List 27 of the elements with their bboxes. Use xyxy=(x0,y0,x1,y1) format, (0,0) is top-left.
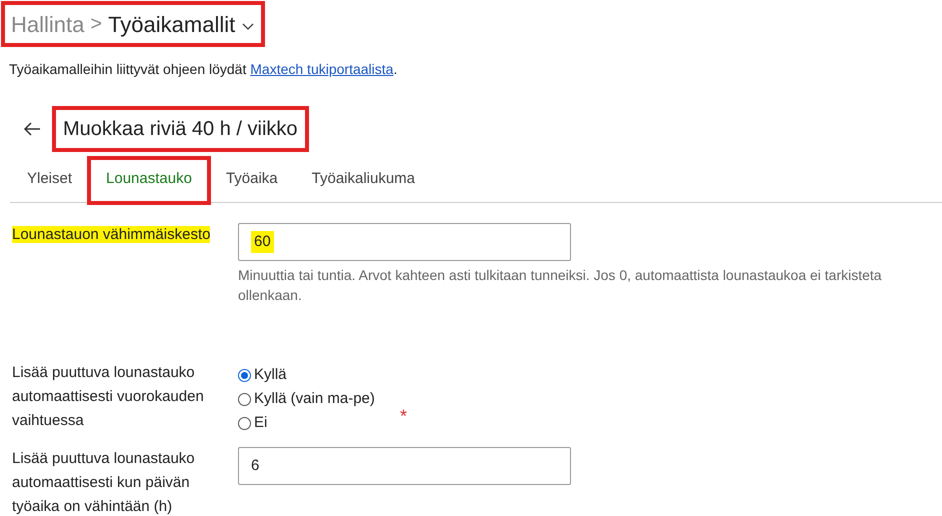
tab[interactable]: Lounastauko xyxy=(89,158,209,203)
input-value: 60 xyxy=(251,230,274,254)
breadcrumb-current: Työaikamallit xyxy=(108,10,236,39)
field-hint: Minuuttia tai tuntia. Arvot kahteen asti tulkitaan tunneiksi. Jos 0, automaattista lounastaukoa ei tarkisteta ollenkaan. xyxy=(238,266,883,305)
tab[interactable]: Yleiset xyxy=(10,158,90,203)
support-link[interactable]: Maxtech tukiportaalista xyxy=(250,61,394,77)
text-input[interactable]: 6 xyxy=(238,447,571,485)
chevron-down-icon[interactable] xyxy=(241,21,256,31)
radio-option[interactable]: Kyllä xyxy=(238,363,375,387)
help-text: Työaikamalleihin liittyvät ohjeen löydät Maxtech tukiportaalista. xyxy=(8,60,398,79)
back-arrow-icon[interactable] xyxy=(22,121,42,137)
tab[interactable]: Työaika xyxy=(208,158,295,203)
page-heading: Muokkaa riviä 40 h / viikko xyxy=(54,108,307,150)
field-label: Lisää puuttuva lounastauko automaattisesti kun päivän työaika on vähintään (h) xyxy=(12,450,195,515)
tab[interactable]: Työaikaliukuma xyxy=(294,158,432,203)
radio-option[interactable]: Kyllä (vain ma-pe) xyxy=(238,387,375,411)
radio-button[interactable] xyxy=(238,392,251,406)
input-value: 6 xyxy=(251,456,260,476)
radio-button[interactable] xyxy=(238,368,251,382)
field-label: Lisää puuttuva lounastauko automaattisesti vuorokauden vaihtuessa xyxy=(12,364,204,429)
radio-button[interactable] xyxy=(238,416,251,430)
field-label: Lounastauon vähimmäiskesto xyxy=(12,226,210,243)
required-mark: * xyxy=(400,405,408,428)
text-input[interactable]: 60 xyxy=(238,223,571,261)
breadcrumb-separator: > xyxy=(90,12,102,37)
breadcrumb-link[interactable]: Hallinta xyxy=(11,8,84,40)
radio-option[interactable]: Ei xyxy=(238,411,375,435)
